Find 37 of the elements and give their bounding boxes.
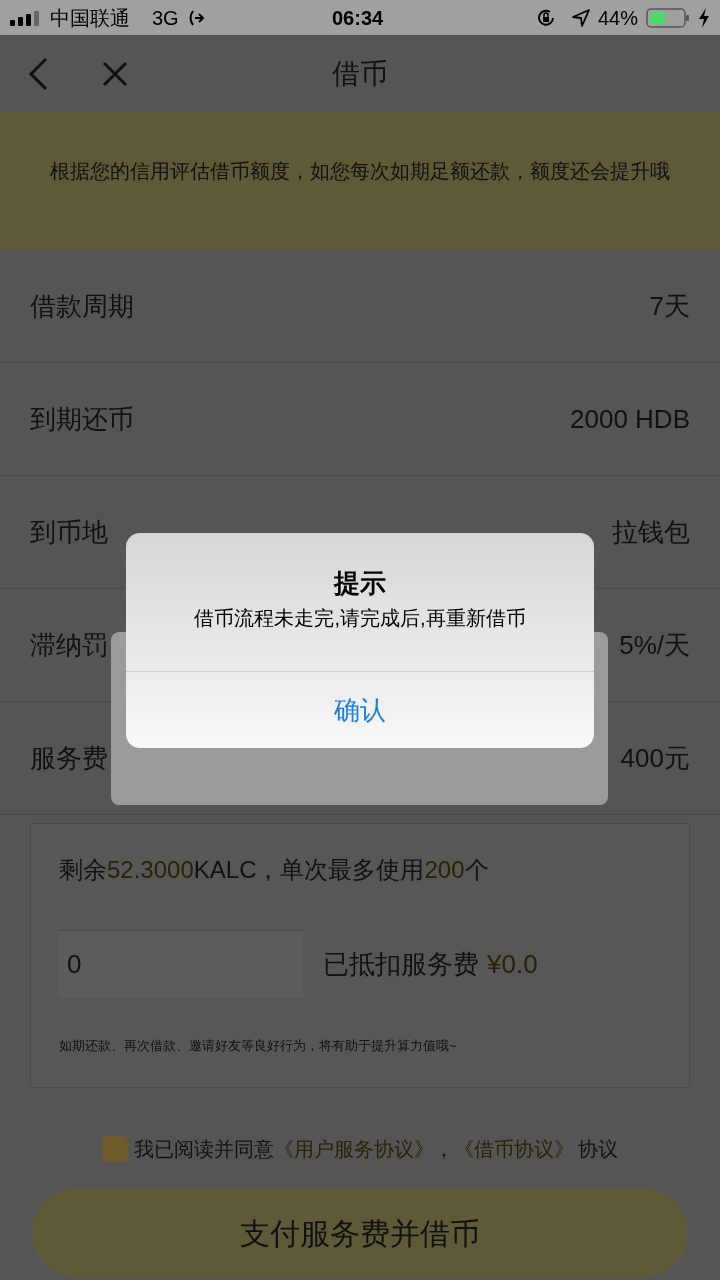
- signal-icon: [10, 9, 42, 26]
- row-label: 滞纳罚: [30, 628, 108, 662]
- pay-and-borrow-button[interactable]: 支付服务费并借币: [32, 1188, 688, 1278]
- charging-icon: [698, 7, 710, 28]
- deducted-amount: ¥0.0: [487, 947, 538, 981]
- row-label: 借款周期: [30, 289, 134, 323]
- agreement-link[interactable]: 《借币协议》: [454, 1134, 574, 1164]
- row-label: 服务费: [30, 741, 108, 775]
- row-label: 到币地: [30, 515, 108, 549]
- deducted-label: 已抵扣服务费: [323, 947, 479, 981]
- close-button[interactable]: [102, 59, 130, 88]
- row-value: 7天: [649, 289, 690, 323]
- remaining-summary: 剩余52.3000KALC，单次最多使用200个: [59, 855, 490, 885]
- agreement-suffix: 协议: [578, 1137, 618, 1162]
- row-value: 拉钱包: [612, 515, 690, 549]
- carrier-name: 中国联通: [50, 5, 130, 31]
- row-value: 400元: [620, 741, 690, 775]
- agreement-text: 我已阅读并同意: [134, 1137, 274, 1162]
- confirm-button[interactable]: 确认: [126, 672, 594, 748]
- agreement-link[interactable]: 《用户服务协议》: [274, 1134, 434, 1164]
- tip-note: 如期还款、再次借款、邀请好友等良好行为，将有助于提升算力值哦~: [59, 1037, 458, 1055]
- rotation-lock-icon: [535, 7, 556, 28]
- separator-text: ，: [434, 1137, 454, 1162]
- status-time: 06:34: [332, 5, 384, 31]
- battery-icon: [646, 7, 690, 28]
- network-type: 3G: [152, 5, 179, 31]
- page-title: 借币: [332, 56, 388, 91]
- row-label: 到期还币: [30, 402, 134, 436]
- row-value: 2000 HDB: [570, 402, 690, 436]
- credit-description: 根据您的信用评估借币额度，如您每次如期足额还款，额度还会提升哦: [50, 159, 670, 184]
- battery-percent: 44%: [597, 5, 638, 31]
- row-value: 5%/天: [619, 628, 690, 662]
- amount-input[interactable]: 0: [59, 930, 303, 998]
- alert-title: 提示: [334, 567, 386, 599]
- location-icon: [571, 8, 590, 27]
- agree-checkbox[interactable]: [102, 1136, 128, 1162]
- alert-message: 借币流程未走完,请完成后,再重新借币: [194, 606, 526, 631]
